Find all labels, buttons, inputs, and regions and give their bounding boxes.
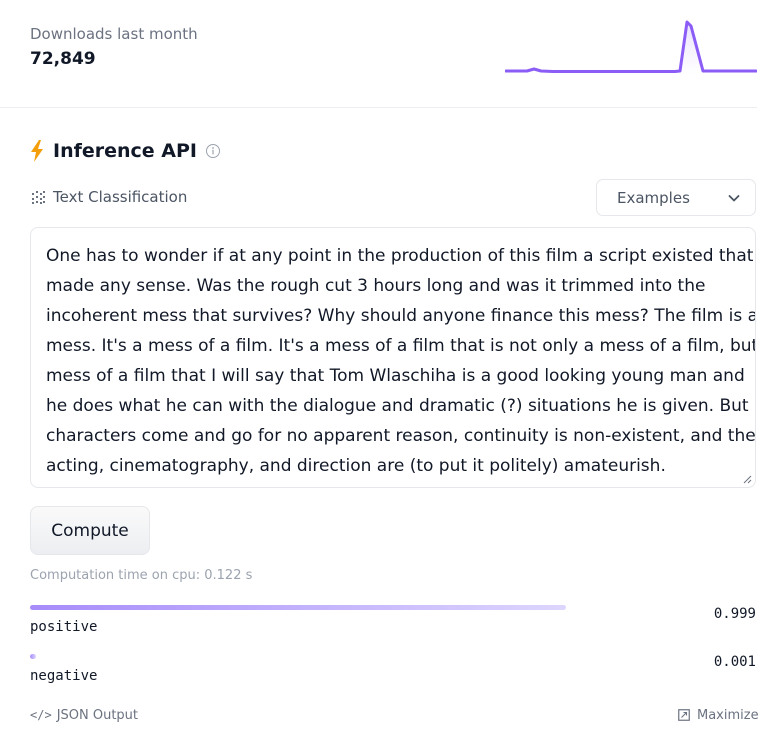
text-classification-icon	[32, 190, 45, 204]
task-type: Text Classification	[30, 186, 187, 208]
result-row-negative: negative 0.001	[30, 654, 756, 685]
maximize-label: Maximize	[697, 707, 759, 723]
downloads-sparkline	[505, 20, 757, 74]
input-textarea[interactable]: One has to wonder if at any point in the…	[30, 227, 756, 488]
examples-dropdown[interactable]: Examples	[596, 179, 756, 216]
compute-button[interactable]: Compute	[30, 506, 150, 555]
result-label: positive	[30, 619, 98, 635]
result-label: negative	[30, 668, 98, 684]
lightning-icon	[31, 140, 43, 162]
inference-api-title: Inference API	[53, 140, 197, 162]
result-score: 0.999	[713, 606, 756, 622]
json-output-toggle[interactable]: </> JSON Output	[30, 706, 138, 724]
json-output-label: JSON Output	[56, 707, 139, 723]
resize-handle-icon[interactable]	[742, 474, 752, 484]
maximize-button[interactable]: Maximize	[678, 706, 759, 724]
chevron-down-icon	[728, 194, 740, 201]
result-bar	[30, 654, 36, 659]
inference-api-header: Inference API	[30, 138, 221, 164]
examples-label: Examples	[617, 188, 690, 207]
input-text[interactable]: One has to wonder if at any point in the…	[46, 241, 755, 481]
downloads-info: Downloads last month 72,849	[30, 24, 198, 70]
code-icon: </>	[30, 708, 52, 722]
maximize-icon	[678, 709, 690, 721]
computation-time: Computation time on cpu: 0.122 s	[30, 568, 253, 583]
info-icon[interactable]	[205, 143, 221, 159]
downloads-count: 72,849	[30, 49, 96, 69]
task-label: Text Classification	[53, 188, 188, 206]
result-score: 0.001	[713, 654, 756, 670]
downloads-label: Downloads last month	[30, 25, 198, 43]
section-divider	[0, 107, 757, 108]
result-row-positive: positive 0.999	[30, 605, 756, 636]
result-bar	[30, 605, 566, 610]
